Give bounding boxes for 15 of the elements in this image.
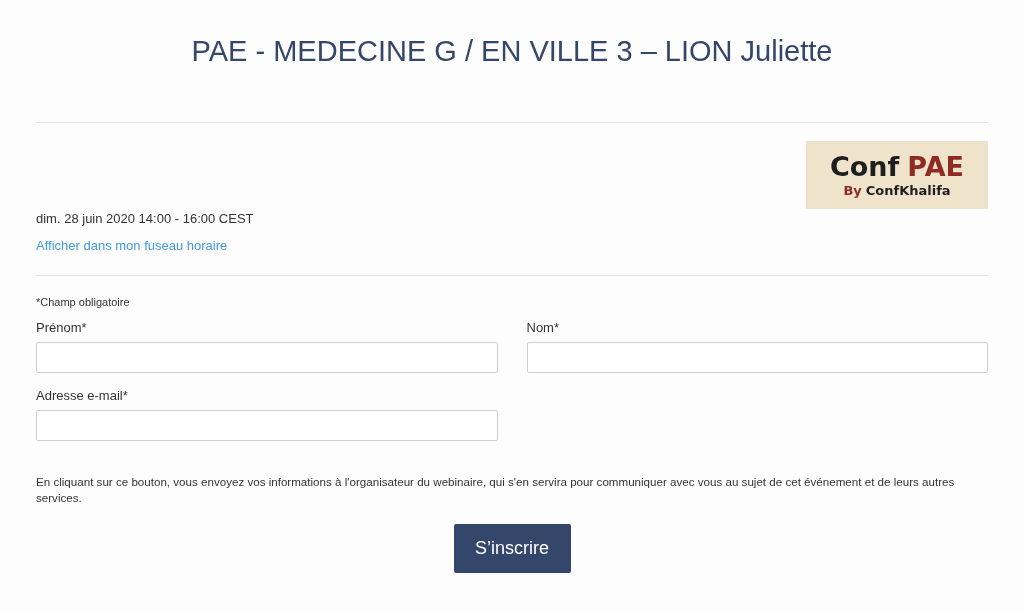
required-field-note: *Champ obligatoire — [36, 295, 130, 310]
field-label: Adresse e-mail* — [36, 387, 128, 405]
logo-wordmark-accent: PAE — [907, 153, 964, 180]
register-button[interactable]: S’inscrire — [453, 524, 571, 573]
consent-notice: En cliquant sur ce bouton, vous envoyez vos informations à l'organisateur du webinaire, qui s'en servira pour communiquer avec vous au sujet de cet événement et de leurs autres services. — [36, 474, 956, 506]
input-field[interactable] — [36, 410, 498, 441]
field-label: Prénom* — [36, 319, 87, 337]
field-label: Nom* — [526, 319, 559, 337]
logo-byline: ConfKhalifa — [865, 184, 951, 197]
input-field[interactable] — [526, 342, 988, 373]
input-field[interactable] — [36, 342, 498, 373]
logo-wordmark: Conf — [830, 153, 900, 180]
page-title: PAE - MEDECINE G / EN VILLE 3 – LION Juliette — [190, 34, 834, 69]
event-date-time: dim. 28 juin 2020 14:00 - 16:00 CEST — [36, 210, 254, 228]
logo-byline-prefix: By — [843, 184, 862, 197]
